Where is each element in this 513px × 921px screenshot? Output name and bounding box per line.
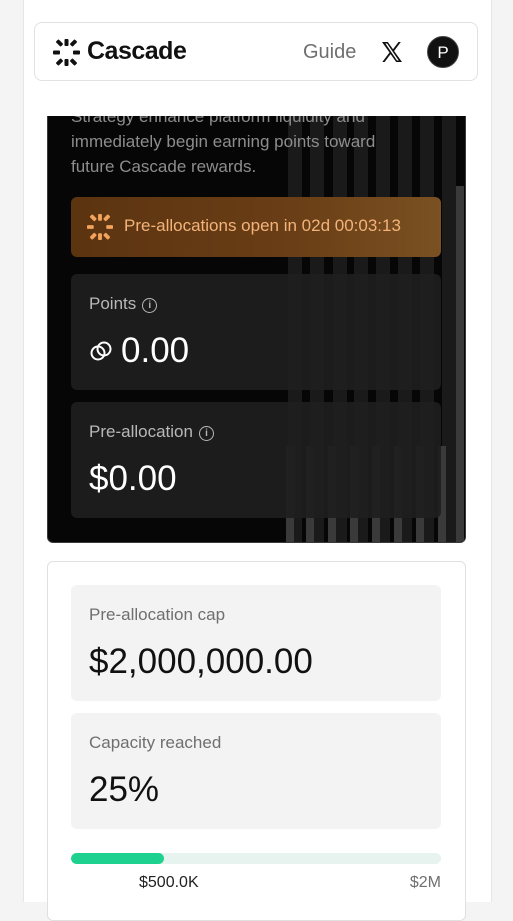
hero-card: Strategy enhance platform liquidity and … xyxy=(47,116,466,543)
points-card: Points i 0.00 xyxy=(71,274,441,390)
capacity-progress-bar xyxy=(71,853,441,864)
capacity-progress-fill xyxy=(71,853,164,864)
guide-link[interactable]: Guide xyxy=(303,41,356,64)
progress-current-label: $500.0K xyxy=(139,874,199,891)
link-rings-icon xyxy=(90,341,112,361)
cap-card: Pre-allocation cap $2,000,000.00 xyxy=(71,585,441,701)
x-twitter-icon[interactable] xyxy=(380,40,404,64)
cap-value: $2,000,000.00 xyxy=(89,642,313,681)
top-header: Cascade Guide P xyxy=(34,22,478,81)
preallocation-label: Pre-allocation xyxy=(89,422,193,441)
capacity-reached-card: Capacity reached 25% xyxy=(71,713,441,829)
info-icon[interactable]: i xyxy=(142,298,158,313)
cascade-logo-icon xyxy=(87,214,113,240)
info-icon[interactable]: i xyxy=(198,426,214,441)
progress-max-label: $2M xyxy=(409,874,441,891)
cap-label: Pre-allocation cap xyxy=(89,605,226,624)
capacity-reached-value: 25% xyxy=(89,770,160,809)
preallocation-card: Pre-allocation i $0.00 xyxy=(71,402,441,518)
capacity-card: Pre-allocation cap $2,000,000.00 Capacit… xyxy=(47,561,466,921)
preallocation-value: $0.00 xyxy=(89,459,177,498)
points-value-row: 0.00 xyxy=(89,331,189,371)
countdown-text: Pre-allocations open in 02d 00:03:13 xyxy=(124,216,401,235)
brand-name[interactable]: Cascade xyxy=(87,37,187,66)
points-label-row: Points i xyxy=(89,294,158,314)
points-label: Points xyxy=(89,294,137,313)
points-value: 0.00 xyxy=(121,331,190,370)
avatar[interactable]: P xyxy=(427,36,459,68)
countdown-banner: Pre-allocations open in 02d 00:03:13 xyxy=(71,197,441,257)
preallocation-label-row: Pre-allocation i xyxy=(89,422,214,442)
hero-description: Strategy enhance platform liquidity and … xyxy=(71,116,376,176)
cascade-logo-icon[interactable] xyxy=(53,39,80,66)
capacity-reached-label: Capacity reached xyxy=(89,733,222,752)
